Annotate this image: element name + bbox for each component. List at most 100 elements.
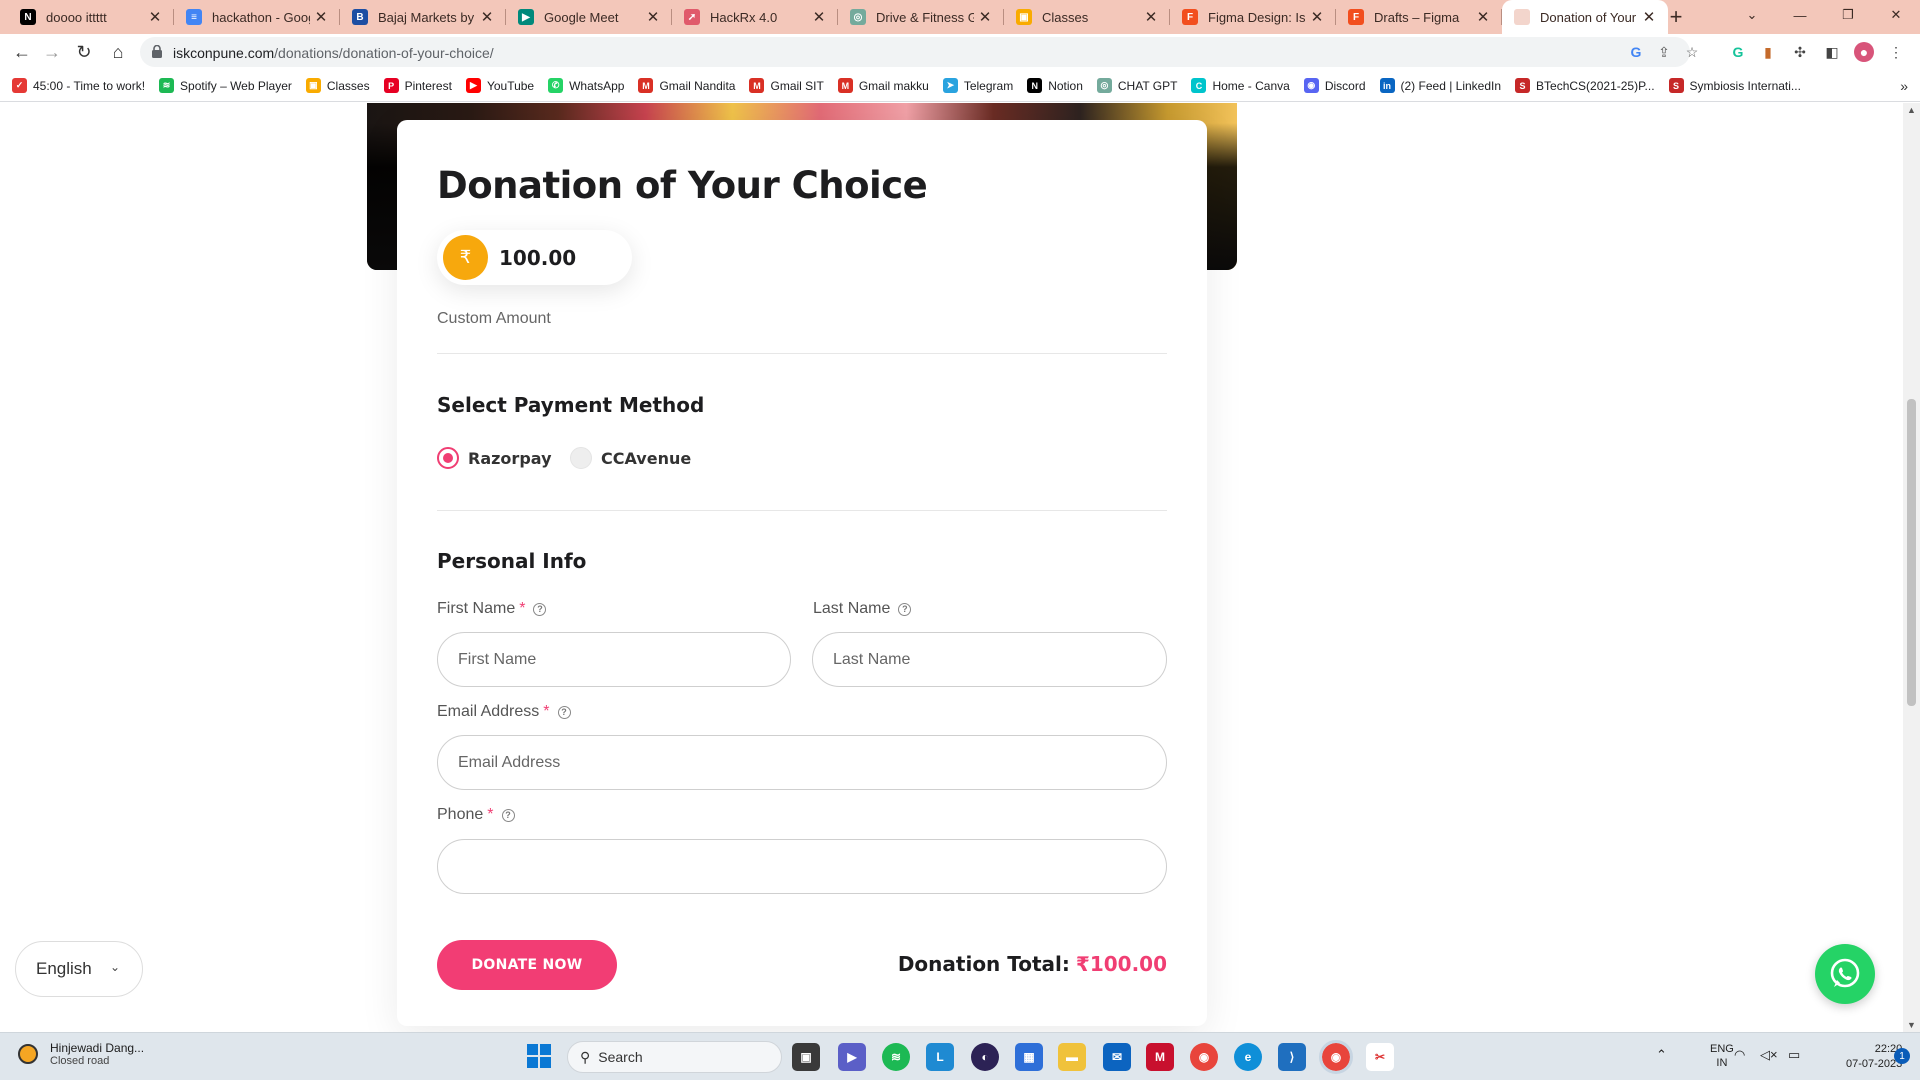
close-icon[interactable]: ✕ <box>1306 6 1328 28</box>
task-view-icon[interactable]: ▣ <box>792 1043 820 1071</box>
browser-tab[interactable]: F Figma Design: Isk ✕ <box>1170 0 1336 34</box>
input-language-indicator[interactable]: ENG IN <box>1710 1042 1734 1070</box>
edge-icon[interactable]: e <box>1234 1043 1262 1071</box>
wifi-icon[interactable]: ◠ <box>1734 1047 1745 1063</box>
first-name-input[interactable] <box>437 632 791 687</box>
browser-tab[interactable]: F Drafts – Figma ✕ <box>1336 0 1502 34</box>
back-button[interactable]: ← <box>8 38 36 66</box>
bookmark-item[interactable]: M Gmail Nandita <box>638 78 735 93</box>
language-selector[interactable]: English ⌄ <box>15 941 143 997</box>
close-icon[interactable]: ✕ <box>642 6 664 28</box>
bookmark-item[interactable]: N Notion <box>1027 78 1083 93</box>
share-icon[interactable]: ⇪ <box>1655 43 1673 61</box>
browser-tab[interactable]: Ndoooo ittttt ✕ <box>8 0 174 34</box>
store-icon[interactable]: ▦ <box>1015 1043 1043 1071</box>
taskbar-search[interactable]: ⚲ Search <box>567 1041 782 1073</box>
bookmark-star-icon[interactable]: ☆ <box>1683 43 1701 61</box>
help-icon[interactable]: ? <box>898 602 912 616</box>
side-panel-icon[interactable]: ◧ <box>1822 42 1842 62</box>
eclipse-icon[interactable]: ◐ <box>971 1043 999 1071</box>
custom-amount-link[interactable]: Custom Amount <box>437 310 551 328</box>
close-icon[interactable]: ✕ <box>1140 6 1162 28</box>
bookmark-item[interactable]: M Gmail SIT <box>749 78 824 93</box>
tab-search-button[interactable]: ⌄ <box>1728 0 1776 30</box>
page-scrollbar[interactable]: ▲ ▼ <box>1903 103 1920 1032</box>
close-icon[interactable]: ✕ <box>974 6 996 28</box>
browser-tab[interactable]: ▶ Google Meet ✕ <box>506 0 672 34</box>
extensions-puzzle-icon[interactable]: ✣ <box>1790 42 1810 62</box>
email-input[interactable] <box>437 735 1167 790</box>
bookmark-item[interactable]: ◎ CHAT GPT <box>1096 78 1177 93</box>
help-icon[interactable]: ? <box>501 808 515 822</box>
chevron-up-icon[interactable]: ⌃ <box>1656 1047 1667 1063</box>
restore-button[interactable]: ❐ <box>1824 0 1872 30</box>
last-name-input[interactable] <box>812 632 1167 687</box>
browser-tab[interactable]: ◎ Drive & Fitness Ga✕ <box>838 0 1004 34</box>
phone-input[interactable] <box>437 839 1167 894</box>
battery-icon[interactable]: ▭ <box>1788 1047 1800 1063</box>
minimize-button[interactable]: — <box>1776 0 1824 30</box>
scroll-down-arrow[interactable]: ▼ <box>1907 1020 1916 1030</box>
bookmark-item[interactable]: C Home - Canva <box>1191 78 1290 93</box>
bookmark-item[interactable]: ≋ Spotify – Web Player <box>159 78 292 93</box>
ccavenue-radio[interactable] <box>570 447 592 469</box>
weather-widget[interactable]: Hinjewadi Dang... Closed road <box>18 1041 144 1067</box>
donate-now-button[interactable]: DONATE NOW <box>437 940 617 990</box>
reload-button[interactable]: ↻ <box>70 38 98 66</box>
payment-option-ccavenue[interactable]: CCAvenue <box>570 447 691 469</box>
razorpay-radio[interactable] <box>437 447 459 469</box>
spotify-icon[interactable]: ≋ <box>882 1043 910 1071</box>
bookmark-item[interactable]: in (2) Feed | LinkedIn <box>1379 78 1501 93</box>
snipping-tool-icon[interactable]: ✂ <box>1366 1043 1394 1071</box>
whatsapp-chat-button[interactable] <box>1815 944 1875 1004</box>
bookmark-item[interactable]: ▶ YouTube <box>465 78 534 93</box>
start-button[interactable] <box>527 1044 551 1068</box>
close-icon[interactable]: ✕ <box>310 6 332 28</box>
extension-icon[interactable]: ▮ <box>1758 42 1778 62</box>
lock-icon[interactable] <box>152 45 162 58</box>
lapp-icon[interactable]: L <box>926 1043 954 1071</box>
help-icon[interactable]: ? <box>557 705 571 719</box>
profile-avatar[interactable]: ● <box>1854 42 1874 62</box>
file-explorer-icon[interactable]: ▬ <box>1058 1043 1086 1071</box>
browser-tab[interactable]: ▣ Classes ✕ <box>1004 0 1170 34</box>
notification-badge[interactable]: 1 <box>1894 1048 1910 1064</box>
teams-chat-icon[interactable]: ▶ <box>838 1043 866 1071</box>
scroll-up-arrow[interactable]: ▲ <box>1907 105 1916 115</box>
bookmark-item[interactable]: ✆ WhatsApp <box>548 78 624 93</box>
bookmark-item[interactable]: S Symbiosis Internati... <box>1668 78 1801 93</box>
chrome-active-icon[interactable]: ◉ <box>1319 1040 1353 1074</box>
browser-tab[interactable]: Donation of Your C✕ <box>1502 0 1668 34</box>
chrome-icon[interactable]: ◉ <box>1190 1043 1218 1071</box>
bookmark-item[interactable]: P Pinterest <box>383 78 452 93</box>
mail-icon[interactable]: ✉ <box>1103 1043 1131 1071</box>
browser-menu-icon[interactable]: ⋮ <box>1886 42 1906 62</box>
more-bookmarks-icon[interactable]: » <box>1900 78 1908 94</box>
close-icon[interactable]: ✕ <box>808 6 830 28</box>
vscode-icon[interactable]: ⟩ <box>1278 1043 1306 1071</box>
close-icon[interactable]: ✕ <box>1638 6 1660 28</box>
browser-tab[interactable]: B Bajaj Markets by B ✕ <box>340 0 506 34</box>
close-icon[interactable]: ✕ <box>144 6 166 28</box>
browser-tab[interactable]: ➚ HackRx 4.0 ✕ <box>672 0 838 34</box>
bookmark-item[interactable]: ➤ Telegram <box>942 78 1013 93</box>
browser-tab[interactable]: ≡ hackathon - Google✕ <box>174 0 340 34</box>
google-translate-icon[interactable]: G <box>1627 43 1645 61</box>
mcafee-icon[interactable]: M <box>1146 1043 1174 1071</box>
home-button[interactable]: ⌂ <box>104 38 132 66</box>
grammarly-extension-icon[interactable]: G <box>1728 42 1748 62</box>
bookmark-item[interactable]: ▣ Classes <box>305 78 370 93</box>
scrollbar-thumb[interactable] <box>1907 399 1916 706</box>
bookmark-item[interactable]: ◉ Discord <box>1303 78 1366 93</box>
new-tab-button[interactable]: + <box>1662 3 1690 31</box>
bookmark-item[interactable]: M Gmail makku <box>837 78 929 93</box>
payment-option-razorpay[interactable]: Razorpay <box>437 447 552 469</box>
volume-muted-icon[interactable]: ◁× <box>1760 1047 1778 1063</box>
address-bar[interactable]: iskconpune.com/donations/donation-of-you… <box>140 37 1698 67</box>
bookmark-item[interactable]: S BTechCS(2021-25)P... <box>1515 78 1655 93</box>
bookmark-item[interactable]: ✓ 45:00 - Time to work! <box>12 78 145 93</box>
close-icon[interactable]: ✕ <box>476 6 498 28</box>
amount-display[interactable]: ₹ 100.00 <box>437 230 632 285</box>
forward-button[interactable]: → <box>38 38 66 66</box>
help-icon[interactable]: ? <box>533 602 547 616</box>
